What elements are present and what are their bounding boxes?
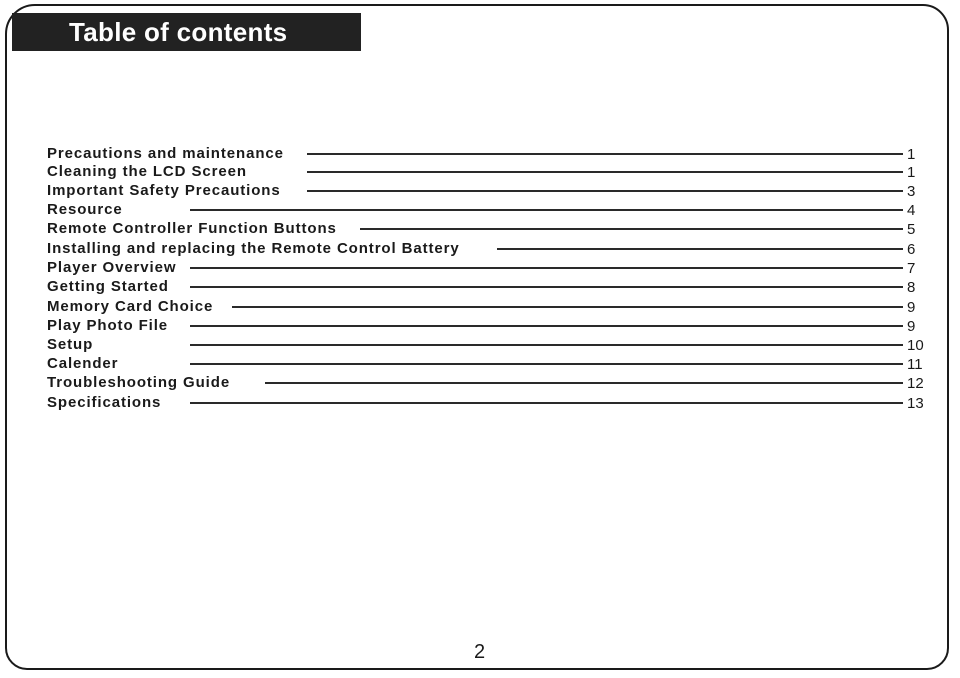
toc-entry-page: 8 bbox=[907, 279, 916, 296]
toc-entry-label: Play Photo File bbox=[47, 317, 169, 334]
toc-entry-page: 3 bbox=[907, 183, 916, 200]
toc-entry-page: 10 bbox=[907, 337, 924, 354]
toc-leader-line bbox=[497, 248, 903, 250]
toc-entry-label: Specifications bbox=[47, 394, 162, 411]
toc-entry-label: Calender bbox=[47, 355, 119, 372]
toc-leader-line bbox=[307, 190, 903, 192]
toc-entry-label: Player Overview bbox=[47, 259, 177, 276]
toc-leader-line bbox=[190, 209, 903, 211]
toc-entry[interactable]: Memory Card Choice 9 bbox=[47, 297, 937, 316]
toc-entry[interactable]: Specifications 13 bbox=[47, 393, 937, 412]
toc-leader-line bbox=[190, 267, 903, 269]
page-number: 2 bbox=[474, 641, 486, 663]
toc-leader-line bbox=[307, 153, 903, 155]
toc-entry-page: 9 bbox=[907, 299, 916, 316]
toc-leader-line bbox=[360, 228, 903, 230]
toc-entry[interactable]: Play Photo File 9 bbox=[47, 316, 937, 335]
toc-entry[interactable]: Setup 10 bbox=[47, 335, 937, 354]
toc-leader-line bbox=[190, 286, 903, 288]
toc-leader-line bbox=[190, 402, 903, 404]
toc-entry-label: Installing and replacing the Remote Cont… bbox=[47, 240, 460, 257]
toc-entry-page: 12 bbox=[907, 375, 924, 392]
toc-entry-page: 5 bbox=[907, 221, 916, 238]
toc-entry[interactable]: Remote Controller Function Buttons 5 bbox=[47, 219, 937, 238]
toc-entry-page: 13 bbox=[907, 395, 924, 412]
toc-entry-label: Memory Card Choice bbox=[47, 298, 214, 315]
toc-entry-page: 9 bbox=[907, 318, 916, 335]
toc-entry-label: Remote Controller Function Buttons bbox=[47, 220, 337, 237]
toc-entry[interactable]: Installing and replacing the Remote Cont… bbox=[47, 239, 937, 258]
toc-entry[interactable]: Precautions and maintenance 1 bbox=[47, 144, 937, 163]
toc-entry-label: Precautions and maintenance bbox=[47, 145, 284, 162]
toc-entry[interactable]: Cleaning the LCD Screen 1 bbox=[47, 162, 937, 181]
toc-entry-label: Cleaning the LCD Screen bbox=[47, 163, 247, 180]
toc-entry[interactable]: Calender 11 bbox=[47, 354, 937, 373]
toc-entry-page: 7 bbox=[907, 260, 916, 277]
toc-entry[interactable]: Getting Started 8 bbox=[47, 277, 937, 296]
toc-entry-label: Getting Started bbox=[47, 278, 169, 295]
toc-leader-line bbox=[307, 171, 903, 173]
toc-leader-line bbox=[190, 363, 903, 365]
toc-entry-label: Important Safety Precautions bbox=[47, 182, 281, 199]
toc-entry-page: 1 bbox=[907, 164, 916, 181]
toc-entry-page: 4 bbox=[907, 202, 916, 219]
toc-entry[interactable]: Troubleshooting Guide 12 bbox=[47, 373, 937, 392]
toc-entry[interactable]: Player Overview 7 bbox=[47, 258, 937, 277]
toc-entry[interactable]: Resource 4 bbox=[47, 200, 937, 219]
toc-entry-page: 6 bbox=[907, 241, 916, 258]
toc-leader-line bbox=[190, 344, 903, 346]
toc-leader-line bbox=[265, 382, 903, 384]
toc-entry-label: Resource bbox=[47, 201, 123, 218]
toc-entry[interactable]: Important Safety Precautions 3 bbox=[47, 181, 937, 200]
toc-leader-line bbox=[190, 325, 903, 327]
title-banner: Table of contents bbox=[12, 13, 361, 51]
toc-entry-label: Troubleshooting Guide bbox=[47, 374, 231, 391]
page-title: Table of contents bbox=[69, 17, 288, 47]
toc-entry-page: 11 bbox=[907, 356, 923, 373]
toc-leader-line bbox=[232, 306, 903, 308]
toc-entry-label: Setup bbox=[47, 336, 94, 353]
